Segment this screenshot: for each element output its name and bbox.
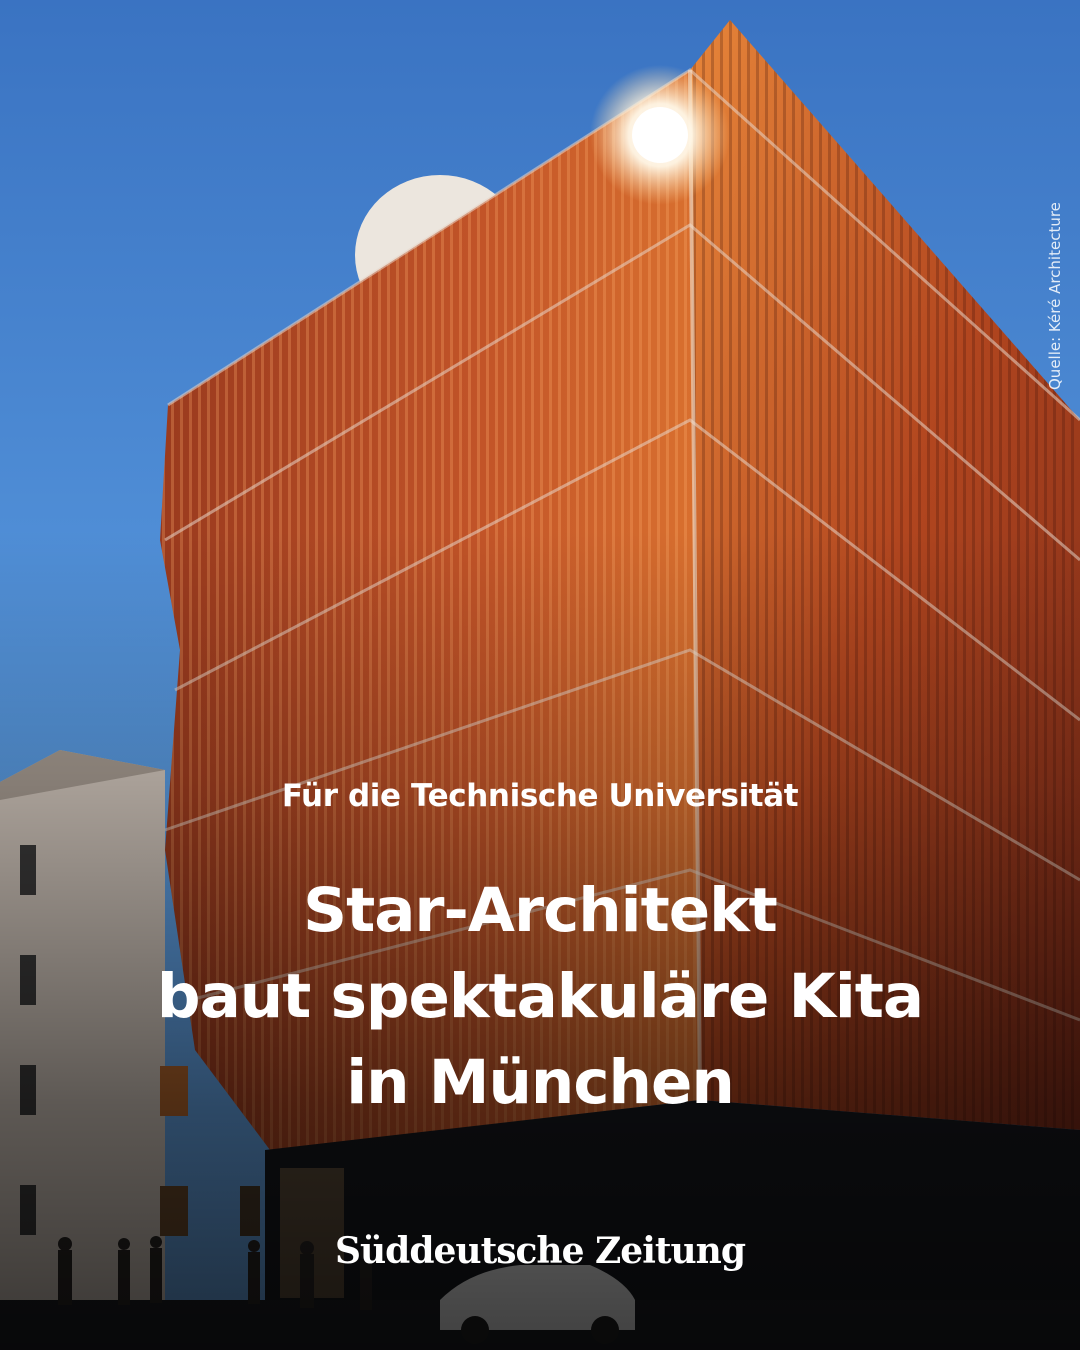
image-credit: Quelle: Kéré Architecture	[1046, 202, 1064, 390]
headline-line: Star-Architekt	[303, 875, 778, 946]
headline-line: in München	[346, 1047, 735, 1118]
headline-line: baut spektakuläre Kita	[156, 961, 924, 1032]
headline: Star-Architekt baut spektakuläre Kita in…	[40, 868, 1040, 1126]
kicker: Für die Technische Universität	[281, 778, 799, 814]
post-card: Quelle: Kéré Architecture Für die Techni…	[0, 0, 1080, 1350]
brand-logo: Süddeutsche Zeitung	[334, 1230, 746, 1272]
